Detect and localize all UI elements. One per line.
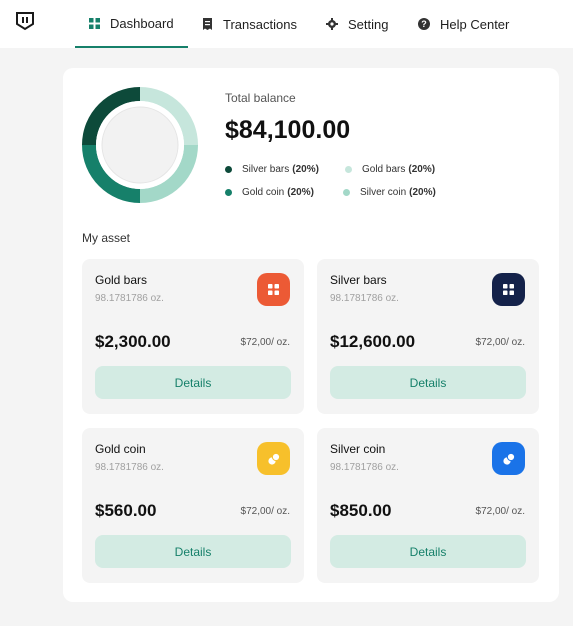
asset-quantity: 98.1781786 oz. (330, 462, 399, 473)
legend-dot (343, 189, 350, 196)
nav-tab-help-center[interactable]: ? Help Center (418, 0, 509, 48)
question-circle-icon: ? (418, 18, 430, 30)
asset-rate: $72,00/ oz. (240, 337, 290, 348)
gear-icon (326, 18, 338, 30)
coins-icon (257, 442, 290, 475)
asset-rate: $72,00/ oz. (475, 337, 525, 348)
asset-value: $2,300.00 (95, 332, 171, 351)
legend-item-gold-bars: Gold bars (20%) (345, 164, 435, 175)
coins-icon (492, 442, 525, 475)
legend-item-gold-coin: Gold coin (20%) (225, 187, 314, 198)
asset-card-silver-bars: Silver bars 98.1781786 oz. $12,600.00 $7… (317, 259, 539, 414)
legend-pct: (20%) (287, 187, 314, 198)
asset-value: $560.00 (95, 501, 157, 520)
nav-label-help-center: Help Center (440, 16, 510, 32)
portfolio-card: Total balance $84,100.00 Silver bars (20… (63, 68, 559, 602)
asset-name: Silver coin (330, 442, 386, 456)
svg-text:?: ? (421, 19, 427, 29)
grid-icon (88, 17, 100, 29)
legend-dot (345, 166, 352, 173)
legend-item-silver-bars: Silver bars (20%) (225, 164, 319, 175)
asset-value: $850.00 (330, 501, 392, 520)
legend-label: Gold coin (242, 187, 285, 198)
details-button[interactable]: Details (330, 366, 526, 399)
legend-label: Gold bars (362, 164, 406, 175)
donut-inner (101, 106, 179, 184)
legend-pct: (20%) (408, 164, 436, 175)
legend-item-silver-coin: Silver coin (20%) (343, 187, 436, 198)
asset-value: $12,600.00 (330, 332, 416, 351)
details-button[interactable]: Details (330, 535, 526, 568)
nav-label-setting: Setting (348, 16, 389, 32)
details-button[interactable]: Details (95, 535, 291, 568)
balance-donut-chart (82, 87, 198, 203)
grid-icon (257, 273, 290, 306)
asset-name: Gold bars (95, 273, 148, 287)
grid-icon (492, 273, 525, 306)
receipt-icon (201, 18, 213, 30)
legend-dot (225, 166, 232, 173)
nav-tab-transactions[interactable]: Transactions (201, 0, 297, 48)
asset-card-gold-coin: Gold coin 98.1781786 oz. $560.00 $72,00/… (82, 428, 304, 583)
nav-label-dashboard: Dashboard (110, 15, 174, 31)
nav-tab-dashboard[interactable]: Dashboard (75, 0, 188, 48)
asset-card-silver-coin: Silver coin 98.1781786 oz. $850.00 $72,0… (317, 428, 539, 583)
asset-name: Gold coin (95, 442, 146, 456)
asset-name: Silver bars (330, 273, 387, 287)
nav-label-transactions: Transactions (223, 16, 297, 32)
asset-rate: $72,00/ oz. (475, 506, 525, 517)
total-balance-value: $84,100.00 (225, 116, 351, 144)
top-nav-bar: Dashboard Transactions Setting ? Help Ce… (0, 0, 573, 48)
asset-rate: $72,00/ oz. (240, 506, 290, 517)
asset-card-gold-bars: Gold bars 98.1781786 oz. $2,300.00 $72,0… (82, 259, 304, 414)
legend-dot (225, 189, 232, 196)
legend-pct: (20%) (409, 187, 436, 198)
total-balance-label: Total balance (225, 91, 296, 105)
logo-icon[interactable] (15, 11, 35, 31)
legend-pct: (20%) (292, 164, 319, 175)
my-asset-heading: My asset (82, 231, 131, 245)
legend-label: Silver coin (360, 187, 407, 198)
asset-quantity: 98.1781786 oz. (330, 293, 399, 304)
asset-quantity: 98.1781786 oz. (95, 462, 164, 473)
asset-quantity: 98.1781786 oz. (95, 293, 164, 304)
details-button[interactable]: Details (95, 366, 291, 399)
legend-label: Silver bars (242, 164, 290, 175)
nav-tab-setting[interactable]: Setting (326, 0, 388, 48)
